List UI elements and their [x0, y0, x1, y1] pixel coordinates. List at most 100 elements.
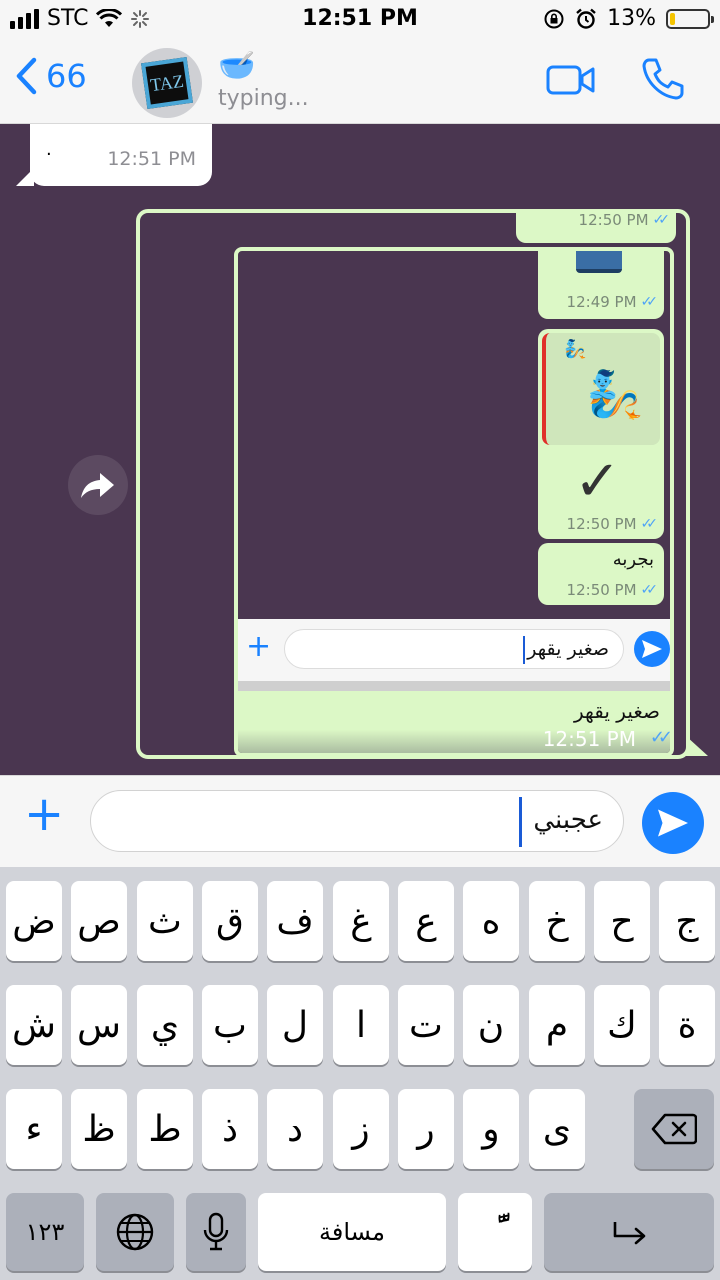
- chevron-left-icon: [16, 57, 37, 95]
- microphone-key[interactable]: [186, 1193, 246, 1271]
- key[interactable]: ص: [71, 881, 127, 961]
- key[interactable]: ش: [6, 985, 62, 1065]
- alarm-icon: [576, 8, 596, 29]
- chat-header: 66 TAZ 🥣 typing...: [0, 40, 720, 124]
- key[interactable]: ط: [137, 1089, 193, 1169]
- key[interactable]: ض: [6, 881, 62, 961]
- message-time: 12:50 PM ✓✓: [566, 515, 659, 533]
- status-bar: STC 12:51 PM 13%: [0, 0, 720, 40]
- send-button[interactable]: [642, 792, 704, 854]
- key[interactable]: ر: [398, 1089, 454, 1169]
- key[interactable]: س: [71, 985, 127, 1065]
- keyboard: ض ص ث ق ف غ ع ه خ ح ج ش س ي ب ل ا ت ن م …: [0, 867, 720, 1280]
- diacritic-key[interactable]: ًّ: [458, 1193, 532, 1271]
- key[interactable]: ء: [6, 1089, 62, 1169]
- screenshot-image-message[interactable]: 12:50 PM ✓✓ 12:49 PM ✓✓ 🧞 🧞 ✓ 12:50 PM ✓…: [136, 209, 690, 759]
- key[interactable]: ق: [202, 881, 258, 961]
- key[interactable]: م: [529, 985, 585, 1065]
- key[interactable]: ة: [659, 985, 715, 1065]
- avatar-logo: TAZ: [141, 57, 193, 109]
- key[interactable]: ج: [659, 881, 715, 961]
- return-icon: [613, 1222, 646, 1245]
- key[interactable]: ز: [333, 1089, 389, 1169]
- time-label: 12:50 PM: [566, 515, 637, 533]
- text-caret: [519, 797, 522, 847]
- key[interactable]: ي: [137, 985, 193, 1065]
- key[interactable]: خ: [529, 881, 585, 961]
- message-input[interactable]: عجبني: [90, 790, 624, 852]
- key[interactable]: ث: [137, 881, 193, 961]
- attach-plus-button[interactable]: +: [24, 790, 64, 838]
- battery-percent: 13%: [607, 6, 656, 31]
- send-icon: [658, 809, 688, 837]
- key[interactable]: ظ: [71, 1089, 127, 1169]
- key[interactable]: ح: [594, 881, 650, 961]
- double-check-icon: ✓✓: [652, 212, 671, 228]
- double-check-icon: ✓✓: [649, 727, 670, 748]
- space-key[interactable]: مسافة: [258, 1193, 446, 1271]
- message-input-text: عجبني: [533, 805, 603, 835]
- forward-button[interactable]: [68, 455, 128, 515]
- send-icon: [634, 631, 670, 667]
- plus-icon: +: [246, 629, 272, 664]
- book-sticker-icon: [576, 251, 622, 273]
- text-caret: [523, 636, 525, 664]
- key[interactable]: د: [267, 1089, 323, 1169]
- message-time: 12:50 PM ✓✓: [566, 581, 659, 599]
- key[interactable]: ه: [463, 881, 519, 961]
- message-input-bar: + عجبني: [0, 775, 720, 867]
- book-sticker-message: 12:49 PM ✓✓: [538, 251, 664, 319]
- genie-sticker-reply: 🧞 🧞: [542, 333, 660, 445]
- incoming-message[interactable]: · 12:51 PM: [30, 124, 212, 186]
- incoming-message-text: ·: [46, 144, 52, 165]
- nested-field-text: صغير يقهر: [527, 638, 609, 660]
- time-label: 12:50 PM: [566, 581, 637, 599]
- message-bubble-top: 12:50 PM ✓✓: [516, 211, 676, 243]
- key[interactable]: ا: [333, 985, 389, 1065]
- back-button[interactable]: 66: [14, 56, 87, 96]
- key[interactable]: غ: [333, 881, 389, 961]
- numbers-key[interactable]: ١٢٣: [6, 1193, 84, 1271]
- message-text: بجربه: [612, 549, 654, 570]
- key[interactable]: ب: [202, 985, 258, 1065]
- key[interactable]: ى: [529, 1089, 585, 1169]
- backspace-icon: [651, 1113, 697, 1145]
- genie-icon: 🧞: [586, 367, 644, 421]
- double-check-icon: ✓✓: [640, 582, 659, 598]
- message-time: 12:51 PM: [542, 727, 636, 751]
- key[interactable]: ن: [463, 985, 519, 1065]
- rotation-lock-icon: [544, 9, 564, 28]
- return-key[interactable]: [544, 1193, 714, 1271]
- key[interactable]: ل: [267, 985, 323, 1065]
- nested-screenshot: 12:49 PM ✓✓ 🧞 🧞 ✓ 12:50 PM ✓✓ بجربه 12:5…: [234, 247, 674, 755]
- double-check-icon: ✓✓: [640, 294, 659, 310]
- double-check-icon: ✓✓: [640, 516, 659, 532]
- phone-call-icon[interactable]: [640, 56, 686, 102]
- video-call-icon[interactable]: [546, 64, 596, 96]
- key[interactable]: ت: [398, 985, 454, 1065]
- avatar[interactable]: TAZ: [132, 48, 202, 118]
- chat-area[interactable]: · 12:51 PM 12:50 PM ✓✓ 12:49 PM ✓✓ 🧞 🧞 ✓…: [0, 124, 720, 775]
- key[interactable]: و: [463, 1089, 519, 1169]
- status-right: 13%: [543, 6, 714, 31]
- key[interactable]: ف: [267, 881, 323, 961]
- genie-small-icon: 🧞: [564, 339, 587, 360]
- message-time: 12:49 PM ✓✓: [567, 293, 659, 311]
- contact-name-emoji[interactable]: 🥣: [218, 48, 255, 83]
- text-message: بجربه 12:50 PM ✓✓: [538, 543, 664, 605]
- nested-last-message: صغير يقهر 12:51 PM ✓✓: [238, 691, 670, 753]
- key[interactable]: ك: [594, 985, 650, 1065]
- time-label: 12:50 PM: [578, 211, 649, 229]
- delete-key[interactable]: [634, 1089, 714, 1169]
- typing-status: typing...: [218, 86, 309, 111]
- forward-icon: [81, 473, 114, 498]
- microphone-icon: [203, 1212, 229, 1251]
- key[interactable]: ع: [398, 881, 454, 961]
- globe-key[interactable]: [96, 1193, 174, 1271]
- key[interactable]: ذ: [202, 1089, 258, 1169]
- message-text: صغير يقهر: [574, 699, 660, 723]
- incoming-message-time: 12:51 PM: [107, 148, 196, 170]
- divider: [238, 681, 670, 691]
- message-time: 12:50 PM ✓✓: [578, 211, 671, 229]
- globe-icon: [116, 1213, 154, 1251]
